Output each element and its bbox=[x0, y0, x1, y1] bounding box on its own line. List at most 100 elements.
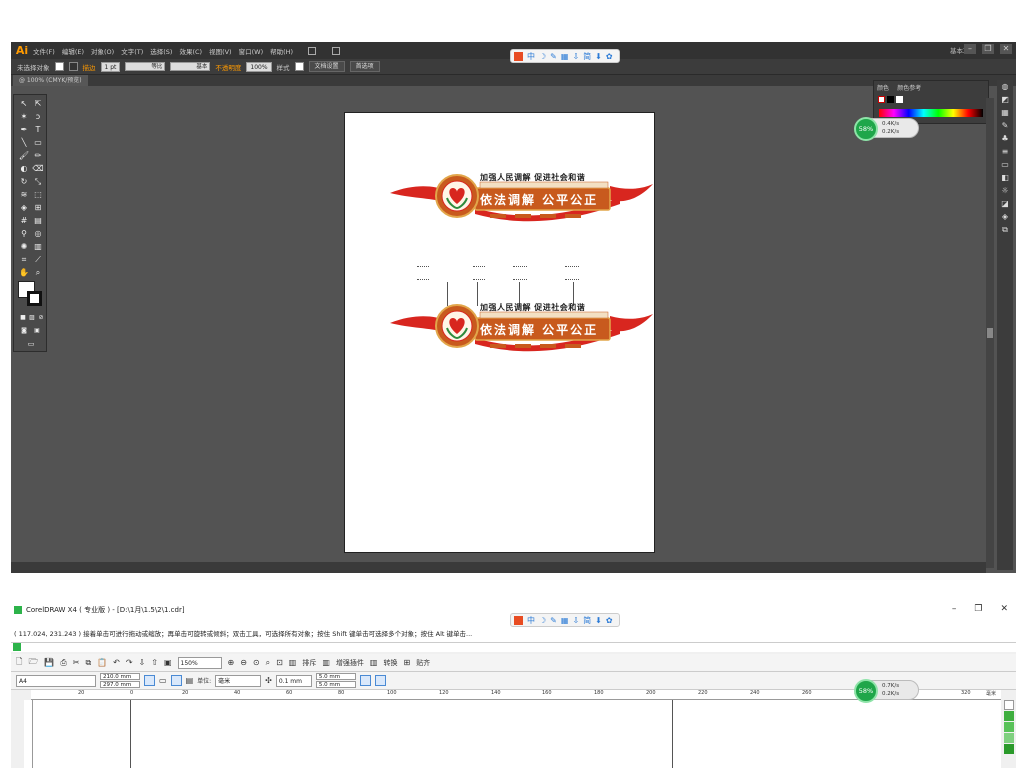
white-swatch[interactable] bbox=[896, 96, 903, 103]
gradient-panel-icon[interactable]: ▭ bbox=[997, 158, 1013, 171]
netspeed-widget[interactable]: 58% 0.4K/s 0.2K/s bbox=[854, 117, 919, 141]
hand-tool-icon[interactable]: ✋ bbox=[18, 268, 30, 278]
current-page-icon[interactable]: ▤ bbox=[186, 676, 194, 685]
transparency-icon[interactable]: ◧ bbox=[997, 171, 1013, 184]
slice-tool-icon[interactable]: ⟋ bbox=[32, 255, 44, 265]
vertical-ruler[interactable] bbox=[24, 700, 33, 768]
horizontal-scrollbar[interactable] bbox=[11, 562, 986, 573]
cd-doc-icon[interactable] bbox=[13, 643, 21, 651]
pencil-tool-icon[interactable]: ✏ bbox=[32, 151, 44, 161]
paste-icon[interactable]: 📋 bbox=[97, 658, 107, 667]
cd-close-button[interactable]: ✕ bbox=[1000, 604, 1008, 614]
graphic-style-swatch[interactable] bbox=[294, 62, 304, 71]
menu-help[interactable]: 帮助(H) bbox=[270, 46, 293, 56]
zoom-tool-icon[interactable]: ⌕ bbox=[32, 268, 44, 278]
ime-pen-icon[interactable]: ✎ bbox=[550, 52, 557, 61]
vertical-scrollbar[interactable] bbox=[986, 98, 994, 568]
menu-type[interactable]: 文字(T) bbox=[121, 46, 143, 56]
save-icon[interactable]: 💾 bbox=[44, 658, 54, 667]
treat-as-filled-icon[interactable] bbox=[359, 675, 371, 686]
stroke-color-box[interactable] bbox=[27, 291, 42, 306]
symbol-sprayer-tool-icon[interactable]: ✺ bbox=[18, 242, 30, 252]
eraser-tool-icon[interactable]: ⌫ bbox=[32, 164, 44, 174]
exclude-icon[interactable]: ▥ bbox=[289, 658, 297, 667]
ime-settings-icon[interactable]: ✿ bbox=[606, 616, 613, 625]
opacity-label[interactable]: 不透明度 bbox=[215, 62, 241, 72]
artboards-icon[interactable]: ⧉ bbox=[997, 223, 1013, 236]
eyedropper-tool-icon[interactable]: ⚲ bbox=[18, 229, 30, 239]
launcher-icon[interactable]: ▣ bbox=[164, 658, 172, 667]
scroll-thumb[interactable] bbox=[987, 328, 993, 338]
palette-swatch-white[interactable] bbox=[1004, 700, 1014, 710]
ime-logo-icon[interactable] bbox=[514, 51, 523, 61]
color-guide-icon[interactable]: ◩ bbox=[997, 93, 1013, 106]
cd-restore-button[interactable]: ❐ bbox=[974, 604, 982, 614]
graphic-styles-icon[interactable]: ◪ bbox=[997, 197, 1013, 210]
portrait-icon[interactable] bbox=[144, 675, 155, 686]
ime-simplified[interactable]: 简 bbox=[583, 51, 591, 62]
arrange-docs-icon[interactable] bbox=[332, 46, 341, 55]
direct-selection-tool-icon[interactable]: ⇱ bbox=[32, 99, 44, 109]
magic-wand-tool-icon[interactable]: ✶ bbox=[18, 112, 30, 122]
ime-keyboard-icon[interactable]: ▦ bbox=[561, 52, 569, 61]
export-icon[interactable]: ⇧ bbox=[151, 658, 158, 667]
ime-user-icon[interactable]: ⇩ bbox=[572, 52, 579, 61]
ime-lang[interactable]: 中 bbox=[527, 615, 535, 626]
stroke-panel-icon[interactable]: ≡ bbox=[997, 145, 1013, 158]
brushes-icon[interactable]: ✎ bbox=[997, 119, 1013, 132]
preferences-button[interactable]: 首选项 bbox=[349, 61, 380, 72]
ime-logo-icon[interactable] bbox=[514, 615, 523, 625]
opacity-field[interactable]: 100% bbox=[246, 61, 272, 72]
page-width-field[interactable]: 210.0 mm bbox=[100, 673, 140, 680]
gradient-tool-icon[interactable]: ▤ bbox=[32, 216, 44, 226]
zoom-level-field[interactable]: 150% bbox=[177, 656, 222, 669]
bridge-icon[interactable] bbox=[308, 46, 317, 55]
menu-object[interactable]: 对象(O) bbox=[91, 46, 114, 56]
convert-button[interactable]: 转换 bbox=[383, 658, 397, 668]
zoom-in-icon[interactable]: ⊕ bbox=[228, 658, 235, 667]
color-panel-icon[interactable]: ◍ bbox=[997, 80, 1013, 93]
stroke-weight-field[interactable]: 1 pt bbox=[100, 61, 121, 72]
none-swatch[interactable] bbox=[878, 96, 885, 103]
variable-width-profile[interactable]: 等比 bbox=[125, 62, 166, 71]
new-icon[interactable]: 🗋 bbox=[16, 656, 22, 670]
convert-icon[interactable]: ▥ bbox=[370, 658, 378, 667]
draw-mode-icon[interactable]: ◙ bbox=[18, 326, 30, 336]
layers-icon[interactable]: ◈ bbox=[997, 210, 1013, 223]
stroke-swatch[interactable] bbox=[68, 62, 78, 71]
ime-pen-icon[interactable]: ✎ bbox=[550, 616, 557, 625]
document-setup-button[interactable]: 文档设置 bbox=[308, 61, 345, 72]
palette-swatch-green-2[interactable] bbox=[1004, 722, 1014, 732]
tab-color[interactable]: 颜色 bbox=[874, 81, 892, 94]
rectangle-tool-icon[interactable]: ▭ bbox=[32, 138, 44, 148]
zoom-out-icon[interactable]: ⊖ bbox=[240, 658, 247, 667]
nudge-field[interactable]: 0.1 mm bbox=[275, 674, 312, 687]
zoom-page-icon[interactable]: ⊡ bbox=[276, 658, 283, 667]
draw-inside-icon[interactable]: ▣ bbox=[31, 326, 43, 336]
type-tool-icon[interactable]: T bbox=[32, 125, 44, 135]
line-tool-icon[interactable]: ╲ bbox=[18, 138, 30, 148]
menu-effect[interactable]: 效果(C) bbox=[179, 46, 202, 56]
close-button[interactable]: ✕ bbox=[1000, 44, 1012, 54]
symbols-icon[interactable]: ♣ bbox=[997, 132, 1013, 145]
zoom-all-icon[interactable]: ⌕ bbox=[266, 658, 270, 668]
stroke-label[interactable]: 描边 bbox=[83, 62, 96, 72]
palette-swatch-green[interactable] bbox=[1004, 711, 1014, 721]
document-tab[interactable]: @ 100% (CMYK/预览) bbox=[13, 75, 88, 86]
ime-lang[interactable]: 中 bbox=[527, 51, 535, 62]
exclude-button[interactable]: 排斥 bbox=[302, 658, 316, 668]
tab-color-guide[interactable]: 颜色参考 bbox=[894, 81, 924, 94]
warp-tool-icon[interactable]: ≋ bbox=[18, 190, 30, 200]
all-pages-icon[interactable] bbox=[170, 675, 182, 686]
cd-drawing-canvas[interactable] bbox=[33, 700, 1001, 768]
rotate-tool-icon[interactable]: ↻ bbox=[18, 177, 30, 187]
fill-swatch[interactable] bbox=[54, 62, 64, 71]
enhance-plugin-button[interactable]: 增强插件 bbox=[336, 658, 364, 668]
menu-select[interactable]: 选择(S) bbox=[150, 46, 172, 56]
scale-tool-icon[interactable]: ⤡ bbox=[32, 177, 44, 187]
ime-keyboard-icon[interactable]: ▦ bbox=[561, 616, 569, 625]
menu-file[interactable]: 文件(F) bbox=[33, 46, 55, 56]
shape-builder-tool-icon[interactable]: ◈ bbox=[18, 203, 30, 213]
graph-tool-icon[interactable]: ▥ bbox=[32, 242, 44, 252]
duplicate-y-field[interactable]: 5.0 mm bbox=[315, 681, 356, 688]
